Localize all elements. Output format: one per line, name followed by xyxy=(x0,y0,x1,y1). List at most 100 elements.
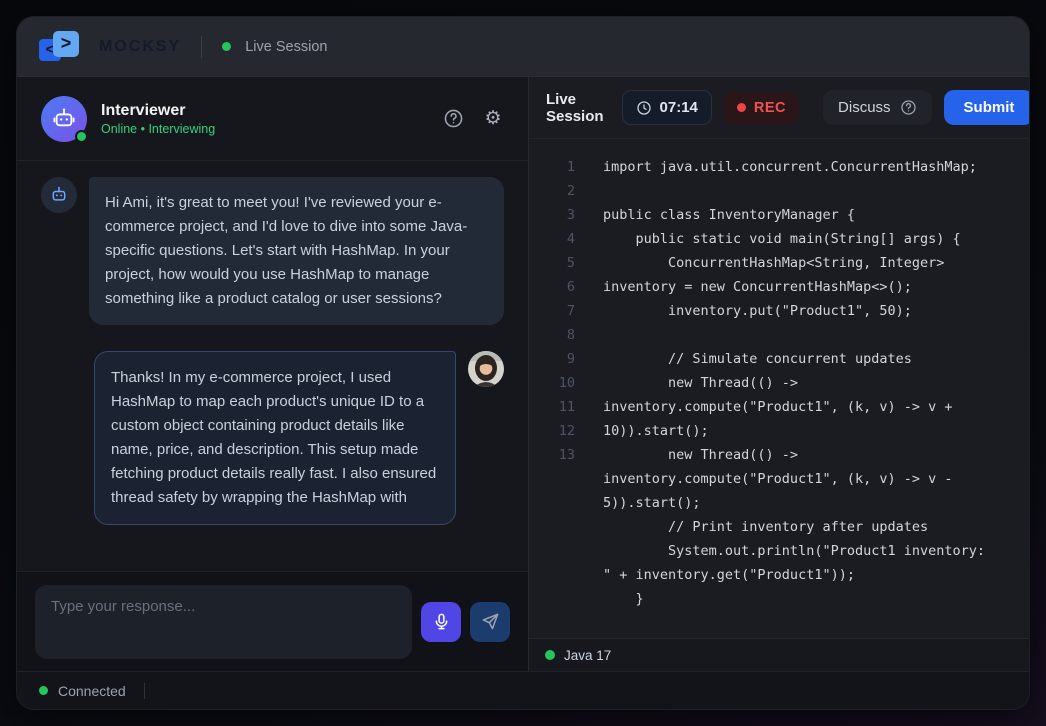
code-text: // Print inventory after updates xyxy=(575,515,928,539)
interviewer-identity: Interviewer Online • Interviewing xyxy=(101,101,215,136)
interviewer-message-avatar xyxy=(41,177,77,213)
line-number: 4 xyxy=(529,227,575,251)
line-number: 2 xyxy=(529,179,575,203)
chat-panel: Interviewer Online • Interviewing ⚙ xyxy=(17,77,528,671)
code-text: public static void main(String[] args) { xyxy=(575,227,961,251)
code-line[interactable]: System.out.println("Product1 inventory: xyxy=(529,539,1030,563)
code-line[interactable]: 8 xyxy=(529,323,1030,347)
code-text: public class InventoryManager { xyxy=(575,203,855,227)
code-line[interactable]: 11 inventory.compute("Product1", (k, v) … xyxy=(529,395,1030,419)
code-line[interactable]: 5 ConcurrentHashMap<String, Integer> xyxy=(529,251,1030,275)
candidate-avatar xyxy=(468,351,504,387)
line-number xyxy=(529,587,575,611)
code-text: import java.util.concurrent.ConcurrentHa… xyxy=(575,155,977,179)
code-text: inventory.compute("Product1", (k, v) -> … xyxy=(575,467,953,491)
code-line[interactable]: 3 public class InventoryManager { xyxy=(529,203,1030,227)
line-number: 10 xyxy=(529,371,575,395)
code-line[interactable]: 4 public static void main(String[] args)… xyxy=(529,227,1030,251)
robot-icon xyxy=(49,185,69,205)
code-text: // Simulate concurrent updates xyxy=(575,347,912,371)
recording-label: REC xyxy=(754,100,786,116)
code-line[interactable]: inventory.compute("Product1", (k, v) -> … xyxy=(529,467,1030,491)
brand-name: MOCKSY xyxy=(99,38,181,56)
connection-statusbar: Connected xyxy=(17,671,1029,709)
message-list: Hi Ami, it's great to meet you! I've rev… xyxy=(17,161,528,571)
editor-header: Live Session 07:14 REC Discuss xyxy=(529,77,1030,139)
line-number: 3 xyxy=(529,203,575,227)
send-button[interactable] xyxy=(470,602,510,642)
interviewer-message-row: Hi Ami, it's great to meet you! I've rev… xyxy=(41,177,504,325)
candidate-message-bubble: Thanks! In my e-commerce project, I used… xyxy=(94,351,456,525)
code-line[interactable]: 5)).start(); xyxy=(529,491,1030,515)
interviewer-message-bubble: Hi Ami, it's great to meet you! I've rev… xyxy=(89,177,504,325)
connected-dot-icon xyxy=(39,686,48,695)
code-text: inventory.compute("Product1", (k, v) -> … xyxy=(575,395,953,419)
clock-icon xyxy=(636,100,652,116)
line-number: 1 xyxy=(529,155,575,179)
robot-icon xyxy=(51,106,77,132)
editor-panel: Live Session 07:14 REC Discuss xyxy=(528,77,1030,671)
code-text: ConcurrentHashMap<String, Integer> xyxy=(575,251,944,275)
line-number xyxy=(529,515,575,539)
code-editor[interactable]: 1 import java.util.concurrent.Concurrent… xyxy=(529,139,1030,638)
code-text xyxy=(575,179,603,203)
language-label: Java 17 xyxy=(564,648,611,663)
code-line[interactable]: 1 import java.util.concurrent.Concurrent… xyxy=(529,155,1030,179)
chat-header: Interviewer Online • Interviewing ⚙ xyxy=(17,77,528,161)
recording-dot-icon xyxy=(737,103,746,112)
line-number xyxy=(529,467,575,491)
line-number: 12 xyxy=(529,419,575,443)
interviewer-avatar xyxy=(41,96,87,142)
code-line[interactable]: 6 inventory = new ConcurrentHashMap<>(); xyxy=(529,275,1030,299)
code-line[interactable]: 2 xyxy=(529,179,1030,203)
session-timer: 07:14 xyxy=(622,90,712,125)
line-number: 5 xyxy=(529,251,575,275)
code-line[interactable]: 9 // Simulate concurrent updates xyxy=(529,347,1030,371)
code-line[interactable]: 7 inventory.put("Product1", 50); xyxy=(529,299,1030,323)
code-text: " + inventory.get("Product1")); xyxy=(575,563,855,587)
code-line[interactable]: // Print inventory after updates xyxy=(529,515,1030,539)
line-number: 13 xyxy=(529,443,575,467)
chat-input-bar xyxy=(17,571,528,671)
online-status-dot xyxy=(75,130,88,143)
top-header: < > MOCKSY Live Session xyxy=(17,17,1029,77)
line-number: 11 xyxy=(529,395,575,419)
connection-status: Connected xyxy=(58,683,126,699)
candidate-message-row: Thanks! In my e-commerce project, I used… xyxy=(41,351,504,525)
code-line[interactable]: " + inventory.get("Product1")); xyxy=(529,563,1030,587)
editor-title: Live Session xyxy=(546,91,604,125)
language-status-dot xyxy=(545,650,555,660)
line-number: 8 xyxy=(529,323,575,347)
microphone-icon xyxy=(432,612,451,631)
code-text: new Thread(() -> xyxy=(575,443,798,467)
recording-badge: REC xyxy=(724,92,799,124)
send-plane-icon xyxy=(481,612,500,631)
code-text: System.out.println("Product1 inventory: xyxy=(575,539,985,563)
line-number: 7 xyxy=(529,299,575,323)
help-icon[interactable] xyxy=(442,108,464,130)
code-text xyxy=(575,323,603,347)
code-text: 10)).start(); xyxy=(575,419,709,443)
code-text: inventory = new ConcurrentHashMap<>(); xyxy=(575,275,912,299)
line-number xyxy=(529,563,575,587)
response-input[interactable] xyxy=(35,585,412,659)
code-line[interactable]: } xyxy=(529,587,1030,611)
code-line[interactable]: 13 new Thread(() -> xyxy=(529,443,1030,467)
logo-right-bracket-icon: > xyxy=(53,31,79,57)
app-window: < > MOCKSY Live Session xyxy=(16,16,1030,710)
line-number: 9 xyxy=(529,347,575,371)
language-statusbar: Java 17 xyxy=(529,638,1030,671)
settings-gear-icon[interactable]: ⚙ xyxy=(482,108,504,130)
live-indicator-dot xyxy=(222,42,231,51)
interviewer-name: Interviewer xyxy=(101,101,215,122)
submit-button[interactable]: Submit xyxy=(944,90,1030,125)
code-line[interactable]: 12 10)).start(); xyxy=(529,419,1030,443)
code-text: 5)).start(); xyxy=(575,491,701,515)
header-divider xyxy=(201,36,202,58)
microphone-button[interactable] xyxy=(421,602,461,642)
discuss-button[interactable]: Discuss xyxy=(823,90,932,125)
footer-divider xyxy=(144,683,145,699)
discuss-label: Discuss xyxy=(838,99,891,116)
code-line[interactable]: 10 new Thread(() -> xyxy=(529,371,1030,395)
timer-value: 07:14 xyxy=(660,99,698,116)
